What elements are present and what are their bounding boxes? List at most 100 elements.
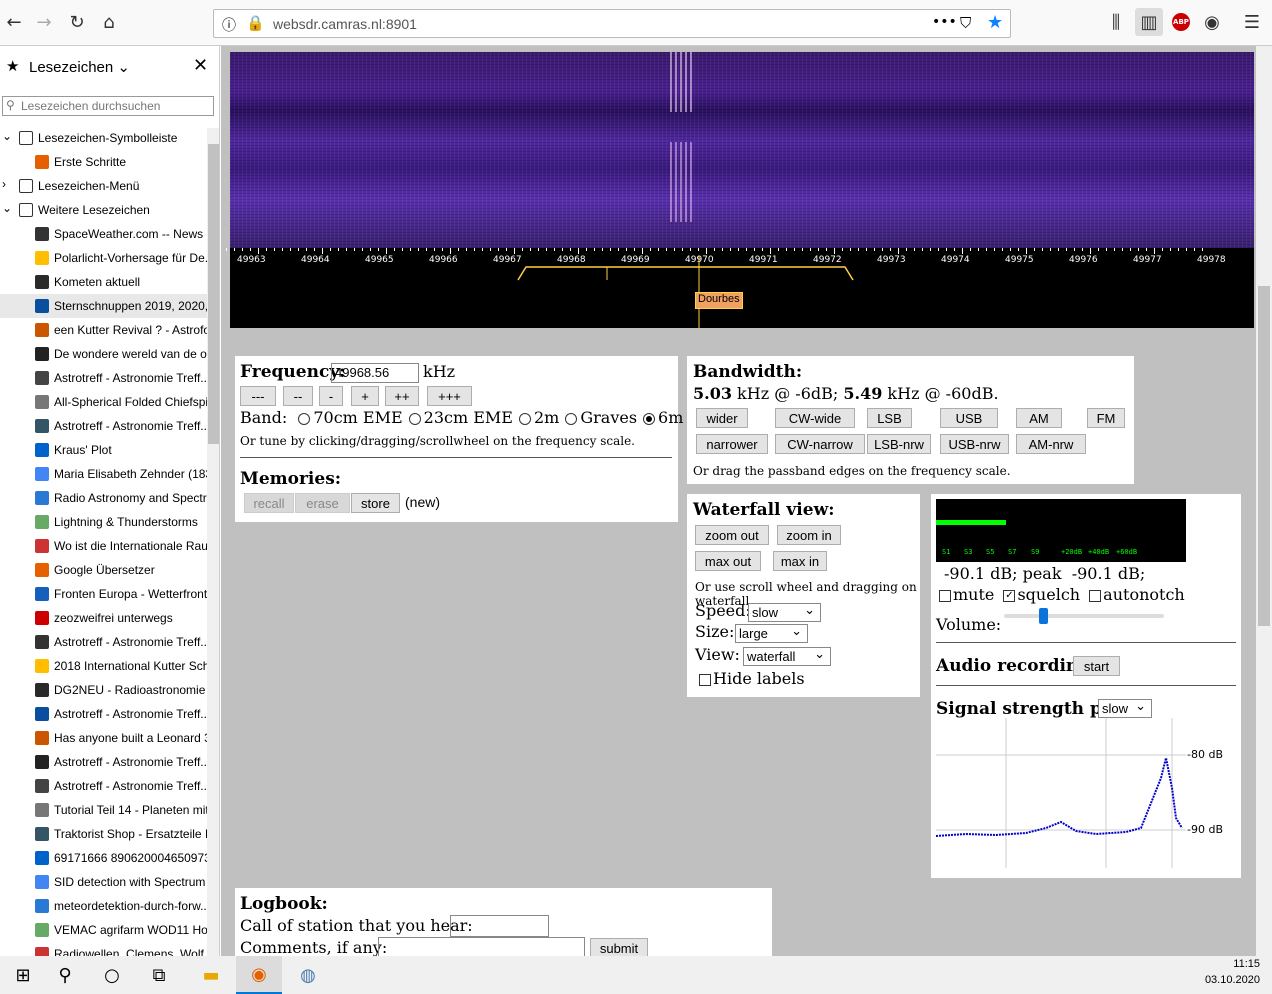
bandwidth-am-button[interactable]: AM — [1016, 408, 1062, 428]
band-option[interactable]: 2m — [518, 408, 559, 427]
chevron-down-icon[interactable]: ⌄ — [2, 201, 12, 215]
bookmark-item[interactable]: Maria Elisabeth Zehnder (183... — [0, 462, 207, 486]
bookmark-item[interactable]: All-Spherical Folded Chiefspi... — [0, 390, 207, 414]
search-icon[interactable]: ⚲ — [42, 956, 88, 994]
autonotch-checkbox[interactable] — [1089, 589, 1102, 602]
page-scroll-thumb[interactable] — [1258, 286, 1270, 626]
passband-indicator[interactable] — [230, 248, 1254, 328]
close-icon[interactable]: ✕ — [193, 55, 208, 76]
tune-down-3-button[interactable]: --- — [240, 386, 276, 406]
bandwidth-fm-button[interactable]: FM — [1087, 408, 1125, 428]
chevron-right-icon[interactable]: › — [2, 177, 6, 191]
tune-up-3-button[interactable]: +++ — [427, 386, 472, 406]
back-icon[interactable]: ← — [0, 8, 28, 36]
bandwidth-am-nrw-button[interactable]: AM-nrw — [1016, 434, 1086, 454]
bandwidth-narrower-button[interactable]: narrower — [696, 434, 768, 454]
bookmark-item[interactable]: SID detection with Spectrum ... — [0, 870, 207, 894]
bandwidth-cw-narrow-button[interactable]: CW-narrow — [775, 434, 865, 454]
bandwidth-lsb-nrw-button[interactable]: LSB-nrw — [867, 434, 931, 454]
page-actions-icon[interactable]: ••• — [932, 14, 957, 30]
sidebar-toggle-icon[interactable]: ▥ — [1135, 8, 1163, 36]
bookmark-folder[interactable]: › Lesezeichen-Menü — [0, 174, 207, 198]
bookmark-item[interactable]: 2018 International Kutter Sch... — [0, 654, 207, 678]
frequency-input[interactable]: 49968.56 — [331, 363, 419, 383]
insecure-lock-icon[interactable]: 🔒 — [246, 14, 265, 32]
app-icon[interactable]: ◍ — [285, 956, 331, 994]
bookmark-search-input[interactable]: ⚲ Lesezeichen durchsuchen — [2, 96, 214, 116]
band-option[interactable]: 23cm EME — [408, 408, 513, 427]
bandwidth-lsb-button[interactable]: LSB — [867, 408, 912, 428]
recall-button[interactable]: recall — [244, 493, 294, 513]
bookmark-item[interactable]: De wondere wereld van de o... — [0, 342, 207, 366]
forward-icon[interactable]: → — [30, 8, 58, 36]
bookmark-item[interactable]: SpaceWeather.com -- News — [0, 222, 207, 246]
clock[interactable]: 11:15 03.10.2020 — [1200, 958, 1260, 986]
bookmark-folder[interactable]: ⌄ Weitere Lesezeichen — [0, 198, 207, 222]
submit-button[interactable]: submit — [590, 938, 648, 956]
store-button[interactable]: store — [351, 493, 400, 513]
tune-up-1-button[interactable]: + — [351, 386, 379, 406]
bookmark-item[interactable]: DG2NEU - Radioastronomie — [0, 678, 207, 702]
recording-start-button[interactable]: start — [1073, 656, 1120, 676]
bookmark-item[interactable]: Has anyone built a Leonard 3... — [0, 726, 207, 750]
task-view-icon[interactable]: ⧉ — [136, 956, 182, 994]
bookmark-item[interactable]: Lightning & Thunderstorms — [0, 510, 207, 534]
view-select[interactable]: waterfall — [743, 646, 831, 666]
station-tag[interactable]: Dourbes — [695, 292, 743, 309]
tune-up-2-button[interactable]: ++ — [385, 386, 419, 406]
pocket-icon[interactable]: ⛉ — [960, 14, 971, 32]
speed-select[interactable]: slow — [748, 602, 821, 622]
bookmark-item[interactable]: zeozweifrei unterwegs — [0, 606, 207, 630]
file-explorer-icon[interactable]: ▬ — [188, 956, 234, 994]
bookmark-star-icon[interactable]: ★ — [987, 12, 1003, 33]
band-radio[interactable] — [643, 412, 656, 425]
frequency-scale[interactable]: 4996349964499654996649967499684996949970… — [226, 248, 1254, 328]
band-radio[interactable] — [565, 412, 578, 425]
hide-labels-option[interactable]: Hide labels — [699, 669, 805, 688]
bookmark-item[interactable]: Radio Astronomy and Spectr... — [0, 486, 207, 510]
firefox-icon[interactable]: ◉ — [236, 956, 282, 994]
plot-speed-select[interactable]: slow — [1098, 698, 1152, 718]
zoom-out-button[interactable]: zoom out — [695, 525, 769, 545]
cortana-icon[interactable]: ○ — [89, 956, 135, 994]
squelch-checkbox[interactable]: ✓ — [1003, 589, 1016, 602]
band-radio[interactable] — [518, 412, 531, 425]
bookmark-item[interactable]: Astrotreff - Astronomie Treff... — [0, 366, 207, 390]
info-icon[interactable]: ⓘ — [222, 15, 236, 35]
menu-icon[interactable]: ☰ — [1238, 8, 1266, 36]
volume-slider[interactable] — [1004, 608, 1164, 624]
bookmark-item[interactable]: Wo ist die Internationale Rau... — [0, 534, 207, 558]
library-icon[interactable]: ⫼ — [1102, 8, 1130, 36]
tune-down-2-button[interactable]: -- — [283, 386, 313, 406]
home-icon[interactable]: ⌂ — [95, 8, 123, 36]
bookmark-item[interactable]: een Kutter Revival ? - Astrofo... — [0, 318, 207, 342]
bookmark-item[interactable]: Astrotreff - Astronomie Treff... — [0, 750, 207, 774]
bookmark-item[interactable]: 69171666 890620004650973 2... — [0, 846, 207, 870]
bookmark-item[interactable]: VEMAC agrifarm WOD11 Ho... — [0, 918, 207, 942]
bandwidth-cw-wide-button[interactable]: CW-wide — [775, 408, 855, 428]
bandwidth-usb-nrw-button[interactable]: USB-nrw — [940, 434, 1009, 454]
bookmark-item[interactable]: Erste Schritte — [0, 150, 207, 174]
bookmark-item[interactable]: Astrotreff - Astronomie Treff... — [0, 774, 207, 798]
bookmark-item[interactable]: Tutorial Teil 14 - Planeten mit... — [0, 798, 207, 822]
bookmark-folder[interactable]: ⌄ Lesezeichen-Symbolleiste — [0, 126, 207, 150]
bookmark-item[interactable]: Polarlicht-Vorhersage für De... — [0, 246, 207, 270]
band-radio[interactable] — [298, 412, 311, 425]
page-scrollbar[interactable] — [1256, 46, 1272, 956]
band-option[interactable]: 6m — [643, 408, 683, 427]
erase-button[interactable]: erase — [295, 493, 350, 513]
call-input[interactable] — [450, 915, 549, 937]
size-select[interactable]: large — [735, 623, 808, 643]
comments-input[interactable] — [378, 937, 585, 956]
band-radio[interactable] — [408, 412, 421, 425]
zoom-in-button[interactable]: zoom in — [777, 525, 841, 545]
band-option[interactable]: 70cm EME — [298, 408, 403, 427]
sidebar-title[interactable]: Lesezeichen ⌄ — [29, 58, 130, 76]
bookmark-item[interactable]: Astrotreff - Astronomie Treff... — [0, 630, 207, 654]
tune-down-1-button[interactable]: - — [319, 386, 343, 406]
start-icon[interactable]: ⊞ — [0, 956, 46, 994]
mute-checkbox[interactable] — [939, 589, 951, 602]
bandwidth-wider-button[interactable]: wider — [696, 408, 748, 428]
max-in-button[interactable]: max in — [773, 551, 827, 571]
bookmark-item[interactable]: Fronten Europa - Wetterfront... — [0, 582, 207, 606]
